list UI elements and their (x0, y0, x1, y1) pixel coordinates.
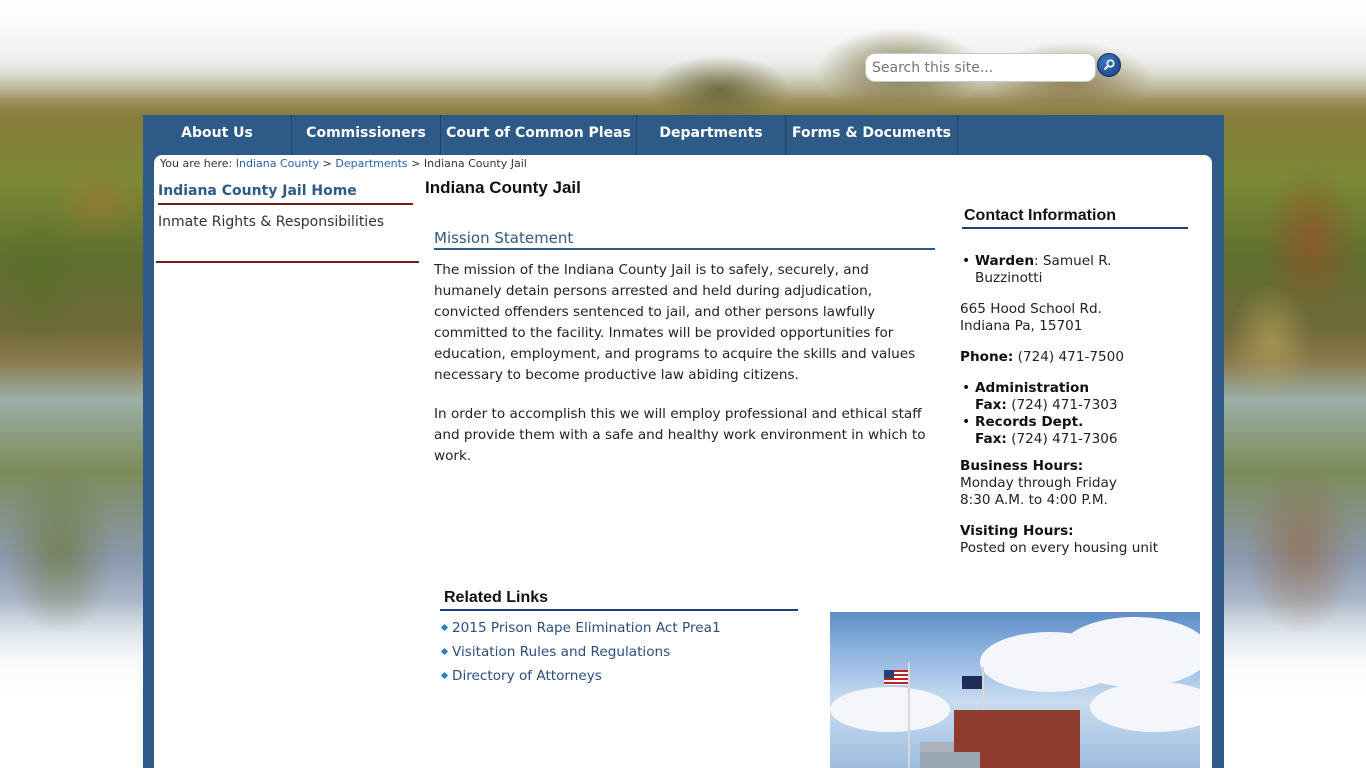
diamond-icon (440, 623, 449, 631)
breadcrumb-link-departments[interactable]: Departments (335, 157, 407, 170)
breadcrumb: You are here: Indiana County > Departmen… (160, 157, 527, 170)
admin-label: Administration (975, 380, 1090, 396)
warden-label: Warden (975, 253, 1035, 269)
contact-business-hours: Business Hours: Monday through Friday 8:… (960, 458, 1117, 509)
address-line-2: Indiana Pa, 15701 (960, 318, 1083, 334)
jail-building-photo (830, 612, 1200, 768)
background-scenery-right (1221, 80, 1366, 700)
admin-row: Administration Fax: (724) 471-7303 (960, 380, 1118, 414)
warden-row: Warden: Samuel R. Buzzinotti (960, 253, 1180, 287)
nav-court-of-common-pleas[interactable]: Court of Common Pleas (441, 115, 637, 155)
contact-phone: Phone: (724) 471-7500 (960, 349, 1124, 366)
address-line-1: 665 Hood School Rd. (960, 301, 1102, 317)
nav-about-us[interactable]: About Us (143, 115, 292, 155)
breadcrumb-current: Indiana County Jail (423, 157, 527, 170)
records-row: Records Dept. Fax: (724) 471-7306 (960, 414, 1118, 448)
admin-fax: (724) 471-7303 (1011, 397, 1118, 413)
phone-number: (724) 471-7500 (1017, 349, 1124, 365)
related-link-visitation[interactable]: Visitation Rules and Regulations (440, 644, 670, 660)
contact-fax-list: Administration Fax: (724) 471-7303 Recor… (960, 380, 1118, 448)
breadcrumb-prefix: You are here: (160, 157, 233, 170)
related-link-prea[interactable]: 2015 Prison Rape Elimination Act Prea1 (440, 620, 721, 636)
breadcrumb-separator: > (411, 157, 421, 170)
search-button[interactable] (1097, 53, 1121, 77)
nav-forms-documents[interactable]: Forms & Documents (786, 115, 958, 155)
sidebar-item-inmate-rights[interactable]: Inmate Rights & Responsibilities (158, 214, 384, 230)
business-hours-label: Business Hours: (960, 458, 1084, 474)
phone-label: Phone: (960, 349, 1014, 365)
top-navbar: About Us Commissioners Court of Common P… (143, 115, 1224, 155)
mission-paragraph-1: The mission of the Indiana County Jail i… (434, 262, 916, 383)
records-fax: (724) 471-7306 (1011, 431, 1118, 447)
related-link-label: 2015 Prison Rape Elimination Act Prea1 (452, 620, 721, 636)
contact-address: 665 Hood School Rd. Indiana Pa, 15701 (960, 301, 1102, 335)
breadcrumb-separator: > (322, 157, 332, 170)
content-panel: You are here: Indiana County > Departmen… (154, 155, 1212, 768)
diamond-icon (440, 671, 449, 679)
fax-label: Fax: (975, 397, 1007, 413)
related-links-heading: Related Links (440, 589, 798, 611)
contact-visiting-hours: Visiting Hours: Posted on every housing … (960, 523, 1158, 557)
business-days: Monday through Friday (960, 475, 1117, 491)
search-input[interactable] (865, 53, 1096, 82)
business-time: 8:30 A.M. to 4:00 P.M. (960, 492, 1108, 508)
main-frame: About Us Commissioners Court of Common P… (143, 115, 1224, 768)
contact-warden: Warden: Samuel R. Buzzinotti (960, 253, 1180, 287)
related-link-label: Visitation Rules and Regulations (452, 644, 671, 660)
related-link-attorneys[interactable]: Directory of Attorneys (440, 668, 602, 684)
fax-label: Fax: (975, 431, 1007, 447)
magnifier-icon (1103, 59, 1115, 71)
mission-paragraph-2: In order to accomplish this we will empl… (434, 406, 926, 464)
nav-commissioners[interactable]: Commissioners (292, 115, 441, 155)
sidebar-divider (156, 261, 419, 263)
records-label: Records Dept. (975, 414, 1084, 430)
visiting-hours-label: Visiting Hours: (960, 523, 1074, 539)
mission-heading: Mission Statement (434, 229, 935, 250)
sidebar-home-link[interactable]: Indiana County Jail Home (158, 183, 413, 205)
contact-heading: Contact Information (962, 207, 1188, 229)
breadcrumb-link-indiana-county[interactable]: Indiana County (236, 157, 319, 170)
nav-departments[interactable]: Departments (637, 115, 786, 155)
visiting-hours-text: Posted on every housing unit (960, 540, 1159, 556)
background-scenery-left (0, 80, 145, 700)
related-link-label: Directory of Attorneys (452, 668, 602, 684)
page-title: Indiana County Jail (425, 178, 581, 197)
diamond-icon (440, 647, 449, 655)
